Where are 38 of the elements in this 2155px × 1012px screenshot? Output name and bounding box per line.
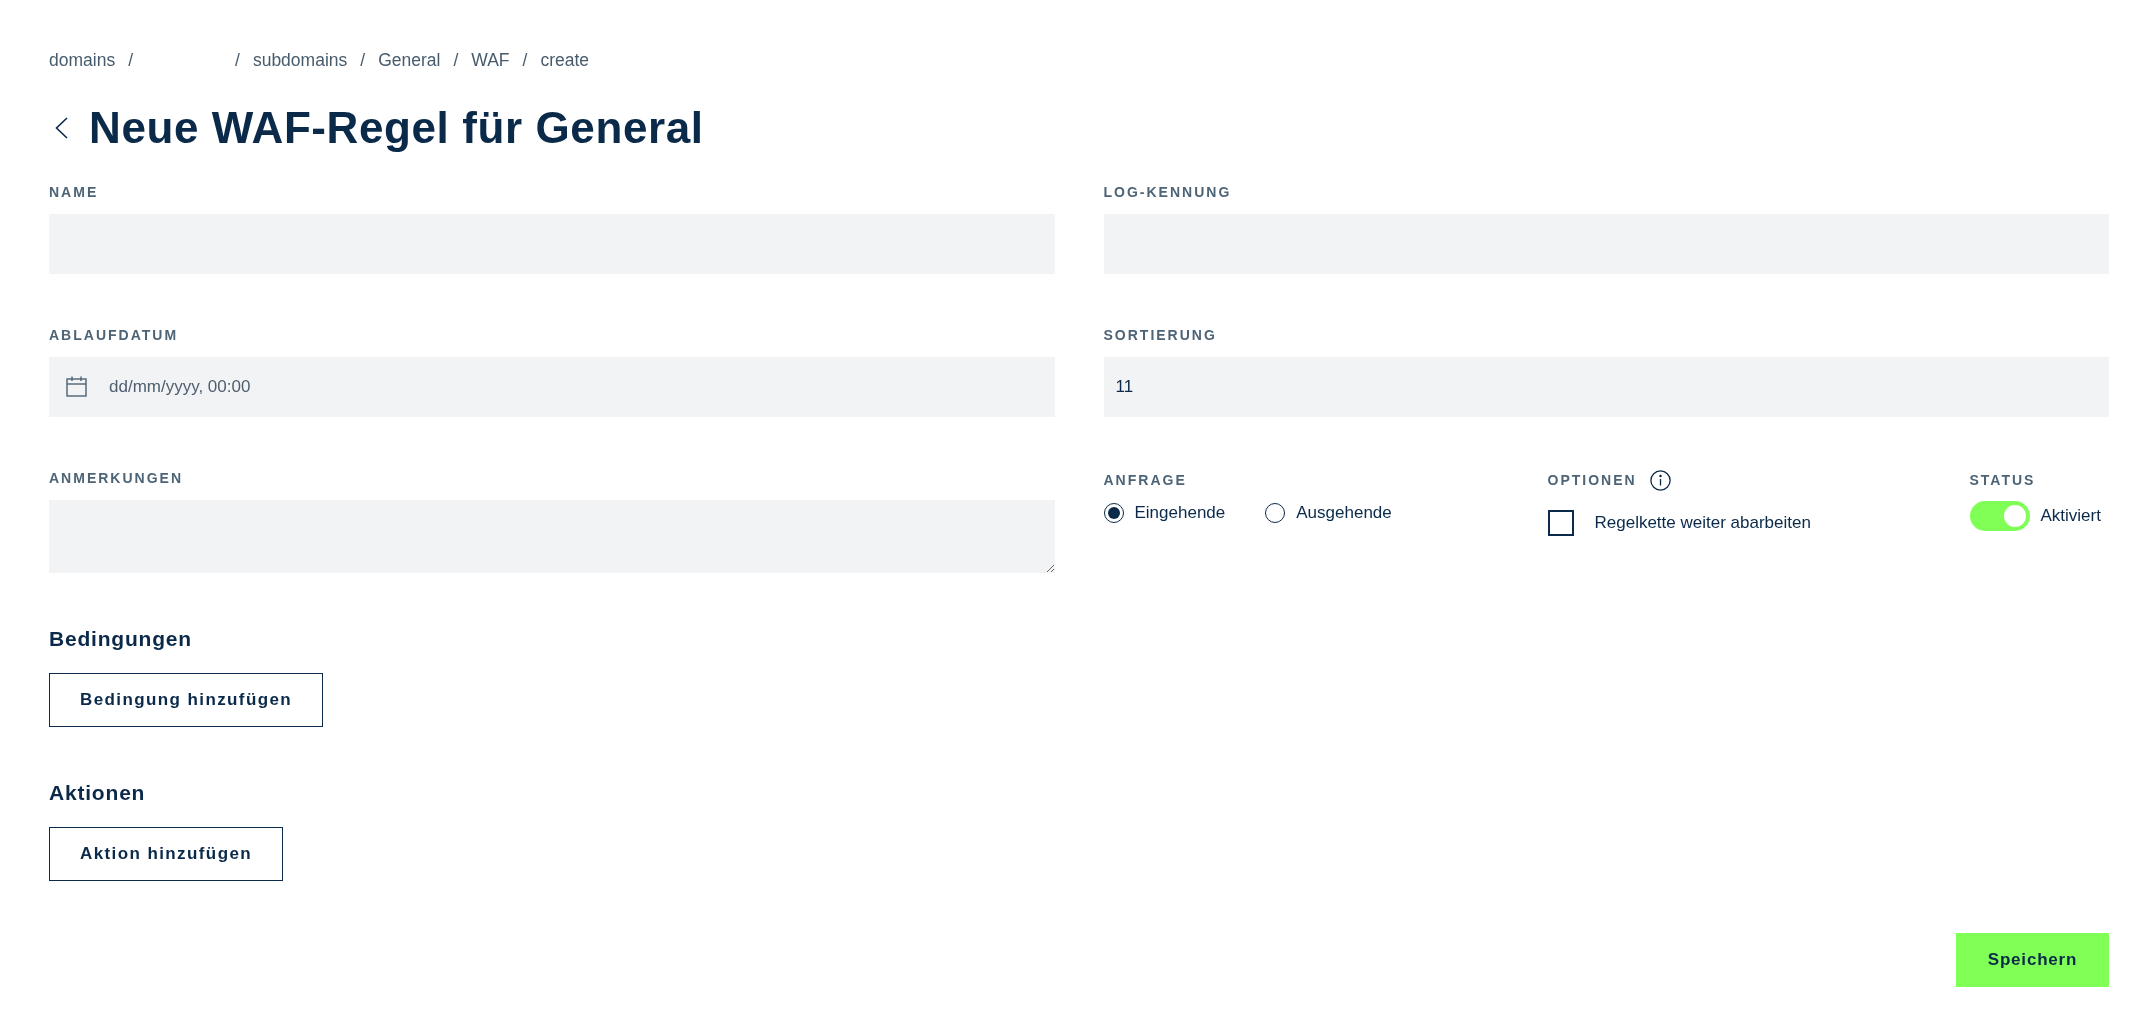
breadcrumb-link[interactable]: WAF — [471, 50, 510, 70]
breadcrumb-link[interactable]: subdomains — [252, 50, 348, 70]
field-label: NAME — [49, 184, 100, 200]
add-button[interactable]: Bedingung hinzufügen — [49, 673, 324, 727]
toggle-label: Aktiviert — [2040, 505, 2101, 527]
breadcrumb-separator: / — [521, 50, 529, 70]
breadcrumb-separator: / — [234, 50, 241, 70]
info-icon[interactable] — [1649, 469, 1671, 491]
breadcrumb-separator: / — [452, 50, 460, 70]
save-button[interactable]: Speichern — [1956, 933, 2109, 987]
checkbox[interactable] — [1547, 510, 1574, 536]
date-field[interactable]: dd/mm/yyyy, 00:00 — [49, 357, 1055, 417]
radio-button[interactable] — [1103, 503, 1124, 523]
radio-label: Ausgehende — [1296, 502, 1392, 524]
field-label: OPTIONEN — [1547, 472, 1637, 488]
field-label: ANMERKUNGEN — [49, 470, 184, 486]
breadcrumb-separator: / — [127, 50, 135, 70]
field-label: SORTIERUNG — [1103, 327, 1218, 343]
field-label: STATUS — [1969, 472, 2036, 488]
radio-button[interactable] — [1265, 503, 1286, 523]
toggle-switch[interactable] — [1969, 501, 2030, 531]
section-heading: Bedingungen — [49, 627, 192, 651]
radio-label: Eingehende — [1134, 502, 1226, 524]
calendar-icon — [66, 376, 87, 397]
breadcrumb-link[interactable]: domains — [49, 50, 116, 70]
breadcrumb-separator: / — [359, 50, 367, 70]
field-label: LOG-KENNUNG — [1103, 184, 1233, 200]
field-label: ABLAUFDATUM — [49, 327, 180, 343]
breadcrumb-link[interactable]: General — [378, 50, 441, 70]
field-label: ANFRAGE — [1103, 472, 1187, 488]
input-field[interactable]: 11 — [1103, 357, 2109, 417]
breadcrumb-link[interactable]: create — [540, 50, 590, 70]
chevron-left-icon[interactable] — [55, 117, 68, 139]
section-heading: Aktionen — [49, 781, 146, 805]
textarea-field[interactable] — [49, 500, 1055, 573]
page-title: Neue WAF-Regel für General — [89, 104, 704, 152]
add-button[interactable]: Aktion hinzufügen — [49, 827, 284, 881]
checkbox-label: Regelkette weiter abarbeiten — [1594, 512, 1811, 534]
